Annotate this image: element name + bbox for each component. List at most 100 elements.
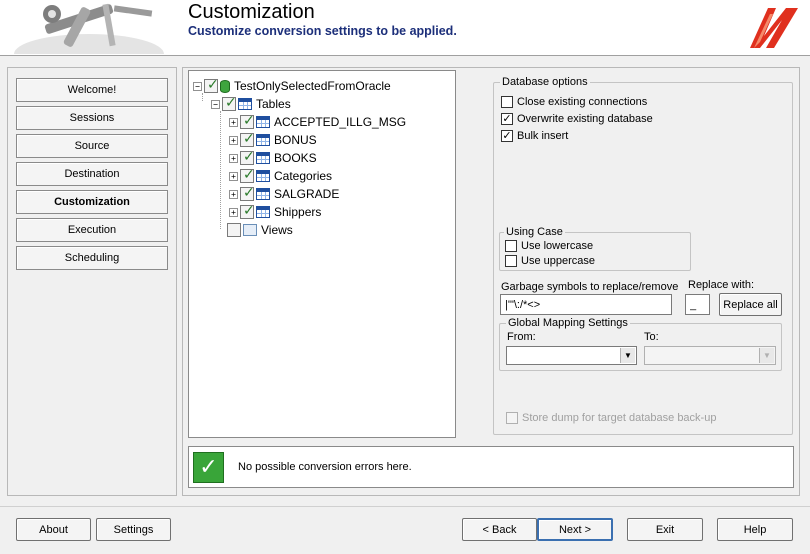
tree-table-row[interactable]: + ✓ Categories xyxy=(229,167,332,185)
table-icon xyxy=(256,206,270,218)
tree-table-row[interactable]: + ✓ Shippers xyxy=(229,203,321,221)
tree-table-row[interactable]: + ✓ SALGRADE xyxy=(229,185,339,203)
table-label: BONUS xyxy=(274,133,317,147)
from-label: From: xyxy=(507,331,536,343)
wizard-steps-panel: Welcome! Sessions Source Destination Cus… xyxy=(7,67,177,496)
exit-button[interactable]: Exit xyxy=(627,518,703,541)
bulk-insert-label: Bulk insert xyxy=(517,130,569,142)
table-checkbox[interactable]: ✓ xyxy=(240,167,255,183)
check-ok-icon: ✓ xyxy=(193,452,224,483)
to-label: To: xyxy=(644,331,659,343)
table-icon xyxy=(256,188,270,200)
tools-illustration-icon xyxy=(14,3,164,54)
table-checkbox[interactable]: ✓ xyxy=(240,185,255,201)
chevron-down-icon[interactable]: ▼ xyxy=(620,348,635,363)
nav-sessions[interactable]: Sessions xyxy=(16,106,168,130)
table-checkbox[interactable]: ✓ xyxy=(240,113,255,129)
tree-tables-label: Tables xyxy=(256,97,291,111)
table-checkbox[interactable]: ✓ xyxy=(240,131,255,147)
expand-icon[interactable]: + xyxy=(229,189,238,199)
overwrite-db-label: Overwrite existing database xyxy=(517,113,653,125)
table-label: Categories xyxy=(274,169,333,183)
nav-scheduling[interactable]: Scheduling xyxy=(16,246,168,270)
uppercase-label: Use uppercase xyxy=(521,255,595,267)
collapse-icon[interactable]: − xyxy=(193,81,202,91)
tree-views-label: Views xyxy=(261,223,293,237)
table-icon xyxy=(256,152,270,164)
views-icon xyxy=(243,224,257,236)
page-subtitle: Customize conversion settings to be appl… xyxy=(188,24,457,38)
tree-table-row[interactable]: + ✓ ACCEPTED_ILLG_MSG xyxy=(229,113,406,131)
tables-checkbox[interactable]: ✓ xyxy=(222,95,237,111)
nav-customization[interactable]: Customization xyxy=(16,190,168,214)
tables-folder-icon xyxy=(238,98,252,110)
table-icon xyxy=(256,116,270,128)
lowercase-checkbox[interactable] xyxy=(505,240,517,252)
table-checkbox[interactable]: ✓ xyxy=(240,203,255,219)
collapse-icon[interactable]: − xyxy=(211,99,220,109)
page-title: Customization xyxy=(188,1,315,23)
views-checkbox[interactable] xyxy=(227,223,241,237)
about-button[interactable]: About xyxy=(16,518,91,541)
uppercase-checkbox[interactable] xyxy=(505,255,517,267)
mapping-to-select: ▼ xyxy=(644,346,776,365)
tree-root-label: TestOnlySelectedFromOracle xyxy=(234,79,391,93)
close-connections-label: Close existing connections xyxy=(517,96,648,108)
database-options-label: Database options xyxy=(500,76,590,88)
overwrite-db-checkbox[interactable]: ✓ xyxy=(501,113,513,125)
nav-source[interactable]: Source xyxy=(16,134,168,158)
garbage-symbols-input[interactable] xyxy=(500,294,672,315)
next-button[interactable]: Next > xyxy=(537,518,613,541)
nav-destination[interactable]: Destination xyxy=(16,162,168,186)
database-icon xyxy=(220,79,230,93)
tree-root-row[interactable]: − ✓ TestOnlySelectedFromOracle xyxy=(193,77,391,95)
expand-icon[interactable]: + xyxy=(229,135,238,145)
expand-icon[interactable]: + xyxy=(229,171,238,181)
wizard-header: Customization Customize conversion setti… xyxy=(0,0,810,56)
replace-with-input[interactable] xyxy=(685,294,710,315)
uppercase-option[interactable]: Use uppercase xyxy=(505,255,595,267)
help-button[interactable]: Help xyxy=(717,518,793,541)
replace-all-button[interactable]: Replace all xyxy=(719,293,782,316)
lowercase-option[interactable]: Use lowercase xyxy=(505,240,593,252)
conversion-status-box: ✓ No possible conversion errors here. xyxy=(188,446,794,488)
settings-button[interactable]: Settings xyxy=(96,518,171,541)
store-dump-checkbox xyxy=(506,412,518,424)
tree-table-row[interactable]: + ✓ BOOKS xyxy=(229,149,317,167)
expand-icon[interactable]: + xyxy=(229,207,238,217)
bulk-insert-checkbox[interactable]: ✓ xyxy=(501,130,513,142)
table-label: Shippers xyxy=(274,205,322,219)
nav-welcome[interactable]: Welcome! xyxy=(16,78,168,102)
tree-table-row[interactable]: + ✓ BONUS xyxy=(229,131,317,149)
back-button[interactable]: < Back xyxy=(462,518,537,541)
object-tree[interactable]: − ✓ TestOnlySelectedFromOracle − ✓ Table… xyxy=(188,70,456,438)
tree-tables-row[interactable]: − ✓ Tables xyxy=(211,95,291,113)
tree-views-row[interactable]: Views xyxy=(227,221,293,239)
bulk-insert-option[interactable]: ✓ Bulk insert xyxy=(501,130,568,142)
table-label: BOOKS xyxy=(274,151,317,165)
app-logo-icon xyxy=(750,8,798,48)
table-icon xyxy=(256,170,270,182)
table-label: ACCEPTED_ILLG_MSG xyxy=(274,115,407,129)
store-dump-option: Store dump for target database back-up xyxy=(506,412,716,424)
lowercase-label: Use lowercase xyxy=(521,240,594,252)
chevron-down-icon: ▼ xyxy=(759,348,774,363)
root-checkbox[interactable]: ✓ xyxy=(204,77,219,93)
close-connections-option[interactable]: Close existing connections xyxy=(501,96,647,108)
table-icon xyxy=(256,134,270,146)
close-connections-checkbox[interactable] xyxy=(501,96,513,108)
table-checkbox[interactable]: ✓ xyxy=(240,149,255,165)
status-message: No possible conversion errors here. xyxy=(238,461,412,473)
expand-icon[interactable]: + xyxy=(229,153,238,163)
global-mapping-label: Global Mapping Settings xyxy=(506,317,630,329)
footer-divider xyxy=(0,506,810,507)
expand-icon[interactable]: + xyxy=(229,117,238,127)
store-dump-label: Store dump for target database back-up xyxy=(522,412,717,424)
table-label: SALGRADE xyxy=(274,187,340,201)
overwrite-db-option[interactable]: ✓ Overwrite existing database xyxy=(501,113,653,125)
mapping-from-select[interactable]: ▼ xyxy=(506,346,637,365)
replace-with-label: Replace with: xyxy=(688,279,755,291)
garbage-symbols-label: Garbage symbols to replace/remove xyxy=(501,281,679,293)
nav-execution[interactable]: Execution xyxy=(16,218,168,242)
using-case-label: Using Case xyxy=(504,226,565,238)
